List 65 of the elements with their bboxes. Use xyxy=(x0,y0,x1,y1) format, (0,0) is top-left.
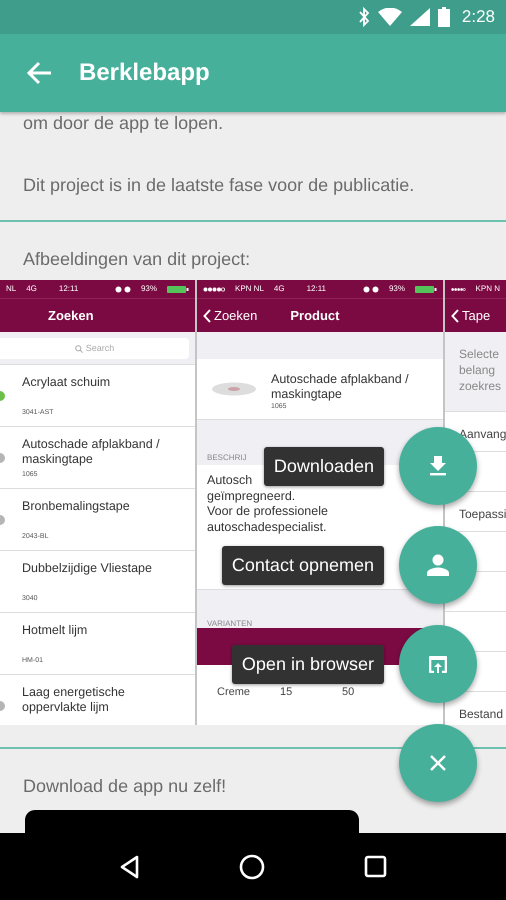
signal-dots-icon xyxy=(451,286,466,292)
description-line: Autosch xyxy=(207,473,252,488)
wifi-icon xyxy=(378,8,402,26)
person-icon xyxy=(427,554,449,576)
item-title: Hotmelt lijm xyxy=(22,623,88,638)
back-button[interactable] xyxy=(26,61,52,85)
filter-option[interactable]: Bestand xyxy=(459,707,504,721)
app-title: Berklebapp xyxy=(79,58,210,88)
item-title: Acrylaat schuim xyxy=(22,375,112,390)
intro-line: belang xyxy=(459,362,496,378)
section-label: BESCHRIJ xyxy=(207,453,247,462)
recents-icon[interactable] xyxy=(364,855,387,878)
status-time: 12:11 xyxy=(306,283,326,295)
table-cell-text: 15 xyxy=(280,685,294,700)
status-time: 2:28 xyxy=(462,6,495,28)
table-cell-text: Creme xyxy=(217,685,252,700)
status-text: NL xyxy=(6,283,16,295)
open-in-browser-icon xyxy=(428,654,448,674)
status-text: 93% xyxy=(388,283,405,295)
description-line: autoschadespecialist. xyxy=(207,520,327,535)
status-time: 12:11 xyxy=(58,283,78,295)
close-icon xyxy=(430,755,446,771)
bluetooth-icon xyxy=(358,7,370,27)
item-title: Laag energetische oppervlakte lijm xyxy=(22,685,126,715)
status-text: KPN N xyxy=(476,283,500,295)
battery-icon xyxy=(438,7,450,27)
item-title: Dubbelzijdige Vliestape xyxy=(22,561,153,576)
close-button[interactable] xyxy=(399,724,477,802)
action-label: Open in browser xyxy=(232,644,384,684)
search-icon xyxy=(74,344,83,352)
paragraph-text: om door de app te lopen. xyxy=(22,112,224,134)
back-link[interactable]: Zoeken xyxy=(197,306,258,326)
signal-dots-icon xyxy=(203,286,225,292)
item-title: Autoschade afplakband / maskingtape xyxy=(22,437,161,467)
section-heading: Afbeeldingen van dit project: xyxy=(22,248,252,270)
screen-title: Product xyxy=(290,306,340,325)
back-icon[interactable] xyxy=(119,854,142,878)
chevron-icon xyxy=(451,308,459,322)
chevron-icon xyxy=(203,308,211,322)
paragraph-text: Dit project is in de laatste fase voor de publicatie. xyxy=(22,174,416,196)
section-heading: Download de app nu zelf! xyxy=(22,775,228,797)
battery-icon xyxy=(415,286,437,292)
screen-title: Zoeken xyxy=(48,306,94,325)
table-cell-text: 50 xyxy=(342,685,356,700)
description-line: geïmpregneerd. xyxy=(207,488,296,504)
action-label: Downloaden xyxy=(264,446,384,486)
download-icon xyxy=(430,456,446,476)
filter-option[interactable]: Toepassi xyxy=(459,507,506,521)
intro-line: Selecte xyxy=(459,346,500,362)
signal-icon xyxy=(410,8,430,26)
filter-option[interactable]: Aanvang xyxy=(459,427,506,441)
battery-icon xyxy=(167,286,189,292)
status-text: 93% xyxy=(140,283,157,295)
back-arrow-icon xyxy=(26,61,52,85)
status-text: 4G xyxy=(26,283,37,295)
status-text: 4G xyxy=(274,283,285,295)
section-label: VARIANTEN xyxy=(207,619,252,628)
home-icon[interactable] xyxy=(239,854,266,880)
description-line: Voor de professionele xyxy=(207,504,328,520)
status-text: KPN NL xyxy=(235,283,264,295)
tape-roll-icon xyxy=(211,382,257,396)
intro-line: zoekres xyxy=(459,378,502,394)
item-title: Bronbemalingstape xyxy=(22,499,131,514)
action-label: Contact opnemen xyxy=(222,546,384,584)
product-name: Autoschade afplakband / maskingtape xyxy=(271,372,410,402)
